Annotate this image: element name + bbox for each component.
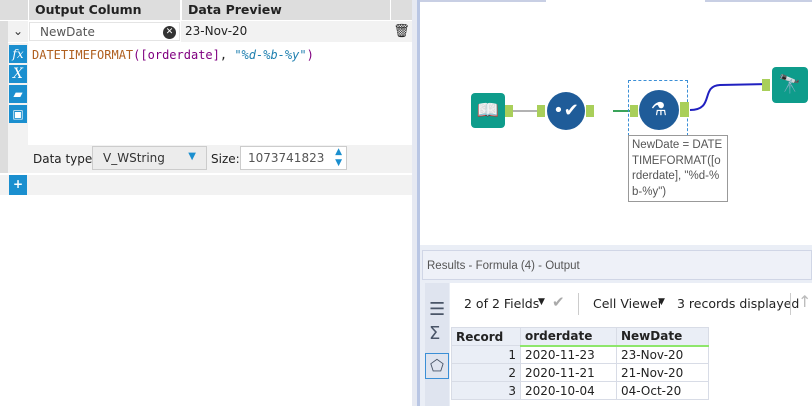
record-cell: 3 (451, 381, 521, 400)
record-cell: 2 (451, 363, 521, 382)
delete-trash-icon[interactable]: 🗑 (391, 21, 412, 42)
summary-sigma-icon[interactable]: Σ (429, 323, 440, 344)
panel-splitter[interactable] (412, 0, 420, 406)
open-folder-icon[interactable]: ▰ (9, 85, 27, 103)
output-anchor[interactable] (586, 105, 594, 117)
output-column-header: Output Column (29, 0, 180, 20)
row-drag-handle[interactable] (0, 21, 8, 173)
output-column-input[interactable]: NewDate ✕ (29, 22, 180, 41)
output-column-value: NewDate (40, 25, 95, 39)
cell[interactable]: 21-Nov-20 (616, 363, 709, 382)
divider (578, 293, 579, 315)
expr-format-string: "%d-%b-%y" (234, 48, 307, 62)
select-tool-icon[interactable]: •✔ (547, 92, 585, 130)
collapse-chevron-icon[interactable]: ⌄ (8, 21, 28, 42)
column-header-record[interactable]: Record (451, 327, 521, 346)
output-anchor[interactable] (680, 102, 689, 117)
results-panel: Results - Formula (4) - Output ☰ Σ ⬠ 2 o… (420, 245, 812, 406)
variable-x-icon[interactable]: X (9, 65, 27, 83)
stepper-arrows-icon[interactable]: ▲ ▼ (335, 147, 342, 169)
type-row: Data type: V_WString ▼ Size: 1073741823 … (28, 145, 412, 173)
chevron-down-icon[interactable]: ▼ (538, 297, 545, 307)
table-row[interactable]: 1 2020-11-23 23-Nov-20 (451, 345, 709, 364)
data-type-select[interactable]: V_WString ▼ (92, 146, 207, 170)
metadata-tag-icon[interactable]: ⬠ (425, 353, 449, 379)
data-preview-header: Data Preview (182, 0, 390, 20)
results-table: Record orderdate NewDate 1 2020-11-23 23-N… (451, 327, 709, 400)
formula-config-panel: Output Column Data Preview ⌄ NewDate ✕ 2… (0, 0, 412, 406)
table-row[interactable]: 2 2020-11-21 21-Nov-20 (451, 363, 709, 382)
size-stepper[interactable]: 1073741823 ▲ ▼ (240, 146, 347, 170)
clear-icon[interactable]: ✕ (163, 26, 176, 39)
arrow-up-icon[interactable]: ↑ (798, 292, 811, 311)
cell[interactable]: 2020-11-21 (520, 363, 617, 382)
save-disk-icon[interactable]: ▣ (9, 105, 27, 123)
cell[interactable]: 2020-10-04 (520, 381, 617, 400)
size-label: Size: (211, 152, 240, 166)
tool-annotation: NewDate = DATETIMEFORMAT([orderdate], "%… (628, 135, 728, 202)
column-header-newdate[interactable]: NewDate (616, 327, 709, 347)
cell[interactable]: 04-Oct-20 (616, 381, 709, 400)
header-spacer (0, 0, 28, 20)
results-sidebar: ☰ Σ ⬠ (425, 283, 449, 406)
add-row-bar (0, 175, 412, 195)
cell-viewer-dropdown[interactable]: Cell Viewer (593, 296, 663, 311)
expr-field: [orderdate] (140, 48, 220, 62)
input-data-tool-icon[interactable]: 📖 (471, 93, 505, 128)
record-cell: 1 (451, 345, 521, 364)
expr-function: DATETIMEFORMAT (32, 48, 134, 62)
data-type-value: V_WString (103, 151, 165, 165)
data-type-label: Data type: (33, 152, 97, 166)
chevron-down-icon: ▼ (188, 151, 196, 162)
results-grid-area: Record orderdate NewDate 1 2020-11-23 23-N… (450, 327, 812, 406)
input-anchor[interactable] (537, 105, 545, 117)
apply-check-icon[interactable]: ✔ (552, 293, 565, 311)
cell[interactable]: 23-Nov-20 (616, 345, 709, 364)
input-anchor[interactable] (762, 79, 770, 91)
results-toolbar: 2 of 2 Fields ▼ ✔ Cell Viewer ▼ 3 record… (450, 283, 812, 327)
expression-editor[interactable]: DATETIMEFORMAT([orderdate], "%d-%b-%y") (32, 48, 314, 62)
rows-view-icon[interactable]: ☰ (429, 299, 445, 320)
column-header-orderdate[interactable]: orderdate (520, 327, 617, 347)
records-count: 3 records displayed (677, 296, 800, 311)
chevron-down-icon[interactable]: ▼ (658, 297, 665, 307)
cell[interactable]: 2020-11-23 (520, 345, 617, 364)
input-anchor[interactable] (630, 105, 638, 117)
divider (790, 293, 791, 315)
fields-dropdown[interactable]: 2 of 2 Fields (464, 296, 539, 311)
header-spacer (391, 0, 412, 20)
data-preview-value: 23-Nov-20 (181, 21, 391, 42)
output-anchor[interactable] (505, 105, 513, 117)
table-header-row: Record orderdate NewDate (451, 327, 709, 347)
formula-tool-icon[interactable]: ⚗ (639, 90, 679, 130)
table-row[interactable]: 3 2020-10-04 04-Oct-20 (451, 381, 709, 400)
add-expression-button[interactable]: + (9, 175, 27, 195)
results-title: Results - Formula (4) - Output (422, 250, 812, 280)
function-fx-icon[interactable]: fx (9, 45, 27, 63)
browse-tool-icon[interactable]: 🔭 (772, 67, 808, 103)
workflow-canvas[interactable]: 📖 •✔ ⚗ 🔭 NewDate = DATETIMEFORMAT([order… (420, 0, 812, 243)
size-value: 1073741823 (248, 151, 325, 165)
